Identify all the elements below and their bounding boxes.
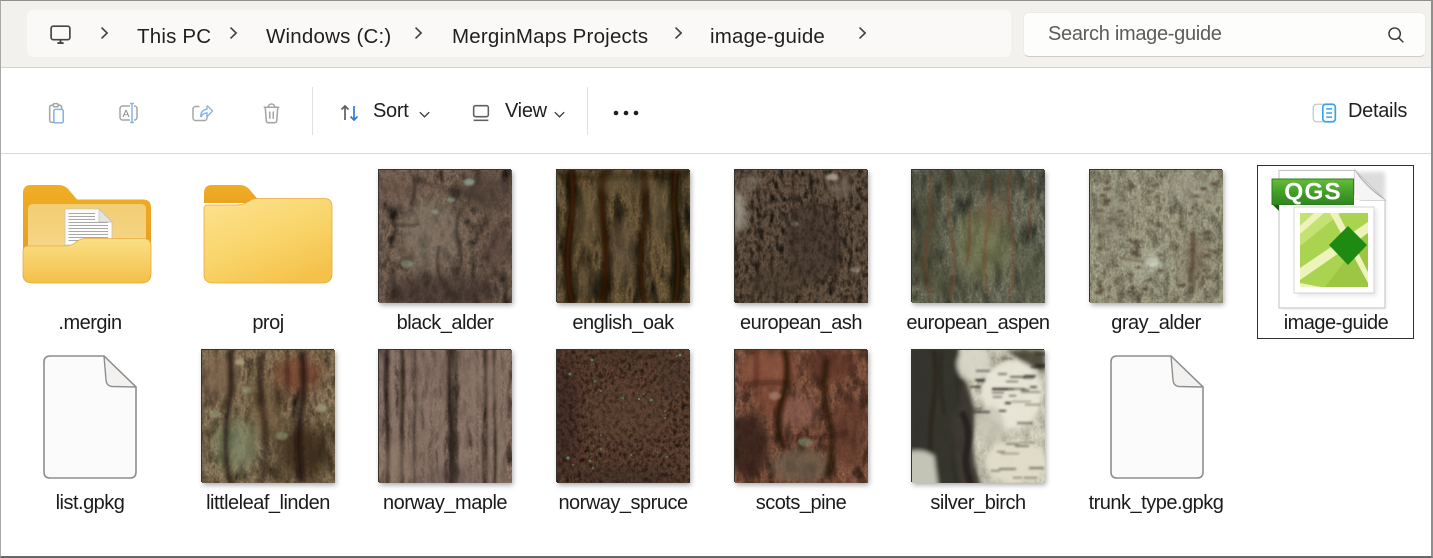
svg-text:A: A <box>123 108 130 120</box>
svg-text:QGS: QGS <box>1284 179 1341 206</box>
